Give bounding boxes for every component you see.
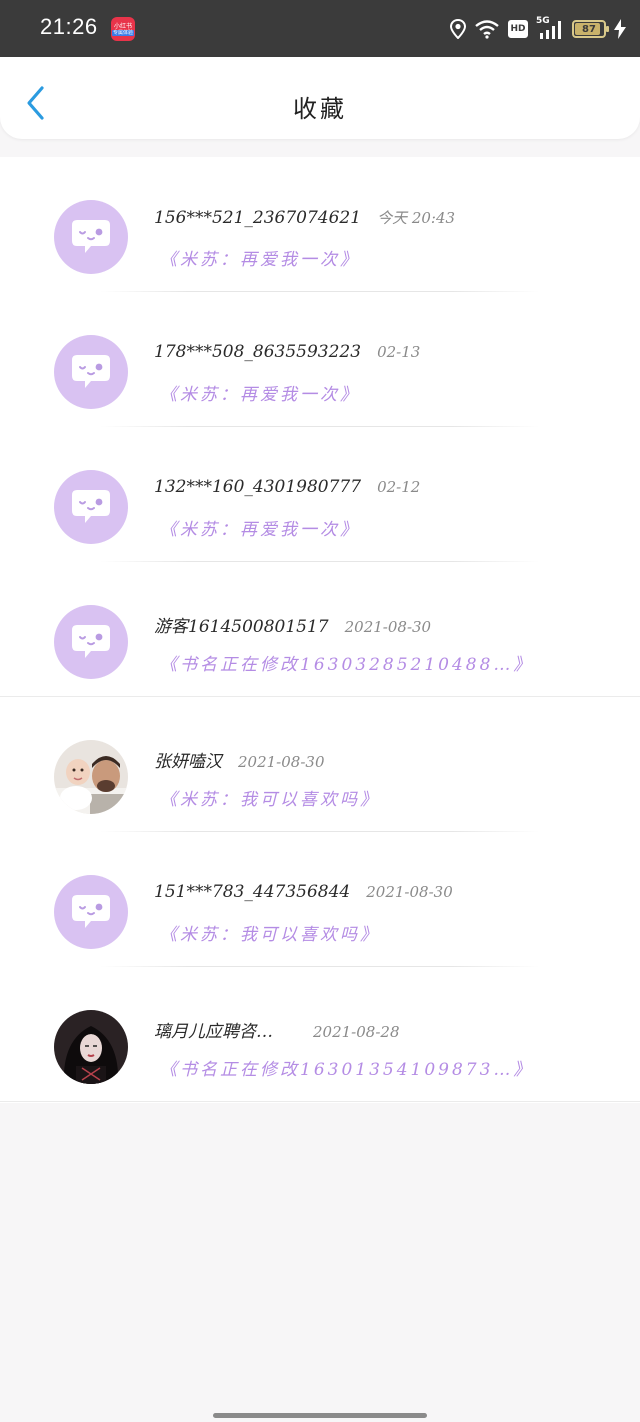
favorite-item[interactable]: 156***521_2367074621 今天 20:43 《米苏：再爱我一次》 xyxy=(0,157,640,292)
user-photo-icon xyxy=(54,740,128,814)
favorite-item[interactable]: 178***508_8635593223 02-13 《米苏：再爱我一次》 xyxy=(0,292,640,427)
home-indicator[interactable] xyxy=(213,1413,427,1418)
user-name: 张妍嗑汉 xyxy=(154,752,222,772)
chat-bubble-face-icon xyxy=(67,211,115,263)
user-name: 132***160_4301980777 xyxy=(154,477,362,497)
avatar xyxy=(54,740,128,814)
user-name: 156***521_2367074621 xyxy=(154,208,362,228)
page-header: 收藏 xyxy=(0,57,640,139)
battery-level: 87 xyxy=(582,23,596,35)
user-name: 游客1614500801517 xyxy=(154,617,329,637)
item-date: 02-13 xyxy=(377,343,421,361)
chat-bubble-face-icon xyxy=(67,616,115,668)
signal-icon: 5G xyxy=(536,16,564,40)
user-name: 151***783_447356844 xyxy=(154,882,351,902)
book-title: 《米苏：我可以喜欢吗》 xyxy=(160,790,380,810)
app-badge-line2: 专属体验 xyxy=(111,29,134,36)
page-title: 收藏 xyxy=(293,95,347,123)
item-date: 2021-08-28 xyxy=(313,1023,400,1041)
hd-icon: HD xyxy=(508,20,528,38)
item-date: 2021-08-30 xyxy=(344,618,432,636)
status-time: 21:26 xyxy=(40,14,98,39)
book-title: 《米苏：再爱我一次》 xyxy=(160,385,360,405)
item-date: 今天 20:43 xyxy=(377,209,456,227)
item-meta: 游客1614500801517 2021-08-30 xyxy=(154,612,431,637)
user-name: 178***508_8635593223 xyxy=(154,342,362,362)
book-title: 《米苏：再爱我一次》 xyxy=(160,520,360,540)
battery-icon: 87 xyxy=(572,20,609,38)
item-date: 2021-08-30 xyxy=(238,753,325,771)
item-meta: 156***521_2367074621 今天 20:43 xyxy=(154,207,455,228)
user-name: 璃月儿应聘咨… xyxy=(154,1022,273,1042)
divider xyxy=(0,1101,640,1102)
status-icons: HD 5G 87 xyxy=(450,14,626,44)
avatar xyxy=(54,1010,128,1084)
favorite-item[interactable]: 132***160_4301980777 02-12 《米苏：再爱我一次》 xyxy=(0,427,640,562)
location-icon xyxy=(450,19,466,39)
avatar xyxy=(54,875,128,949)
avatar xyxy=(54,200,128,274)
status-bar: 21:26 小红书 专属体验 HD 5G 87 xyxy=(0,0,640,57)
chat-bubble-face-icon xyxy=(67,886,115,938)
item-meta: 178***508_8635593223 02-13 xyxy=(154,342,420,362)
chat-bubble-face-icon xyxy=(67,481,115,533)
item-meta: 张妍嗑汉 2021-08-30 xyxy=(154,747,324,772)
app-badge-line1: 小红书 xyxy=(113,22,132,30)
wifi-icon xyxy=(474,19,500,39)
app-notification-icon: 小红书 专属体验 xyxy=(111,17,135,41)
chat-bubble-face-icon xyxy=(67,346,115,398)
avatar xyxy=(54,470,128,544)
favorite-item[interactable]: 游客1614500801517 2021-08-30 《书名正在修改163032… xyxy=(0,562,640,697)
charging-icon xyxy=(614,19,626,39)
book-title: 《米苏：再爱我一次》 xyxy=(160,250,360,270)
item-date: 2021-08-30 xyxy=(366,883,453,901)
avatar xyxy=(54,605,128,679)
favorite-item[interactable]: 璃月儿应聘咨… 2021-08-28 《书名正在修改16301354109873… xyxy=(0,967,640,1102)
item-date: 02-12 xyxy=(377,478,421,496)
book-title: 《书名正在修改16301354109873…》 xyxy=(160,1060,534,1080)
avatar xyxy=(54,335,128,409)
favorites-list: 156***521_2367074621 今天 20:43 《米苏：再爱我一次》… xyxy=(0,157,640,1103)
book-title: 《米苏：我可以喜欢吗》 xyxy=(160,925,380,945)
item-meta: 132***160_4301980777 02-12 xyxy=(154,477,420,497)
favorite-item[interactable]: 151***783_447356844 2021-08-30 《米苏：我可以喜欢… xyxy=(0,832,640,967)
item-meta: 151***783_447356844 2021-08-30 xyxy=(154,882,453,902)
book-title: 《书名正在修改16303285210488…》 xyxy=(160,655,534,675)
user-photo-icon xyxy=(54,1010,128,1084)
favorite-item[interactable]: 张妍嗑汉 2021-08-30 《米苏：我可以喜欢吗》 xyxy=(0,697,640,832)
item-meta: 璃月儿应聘咨… 2021-08-28 xyxy=(154,1017,399,1042)
